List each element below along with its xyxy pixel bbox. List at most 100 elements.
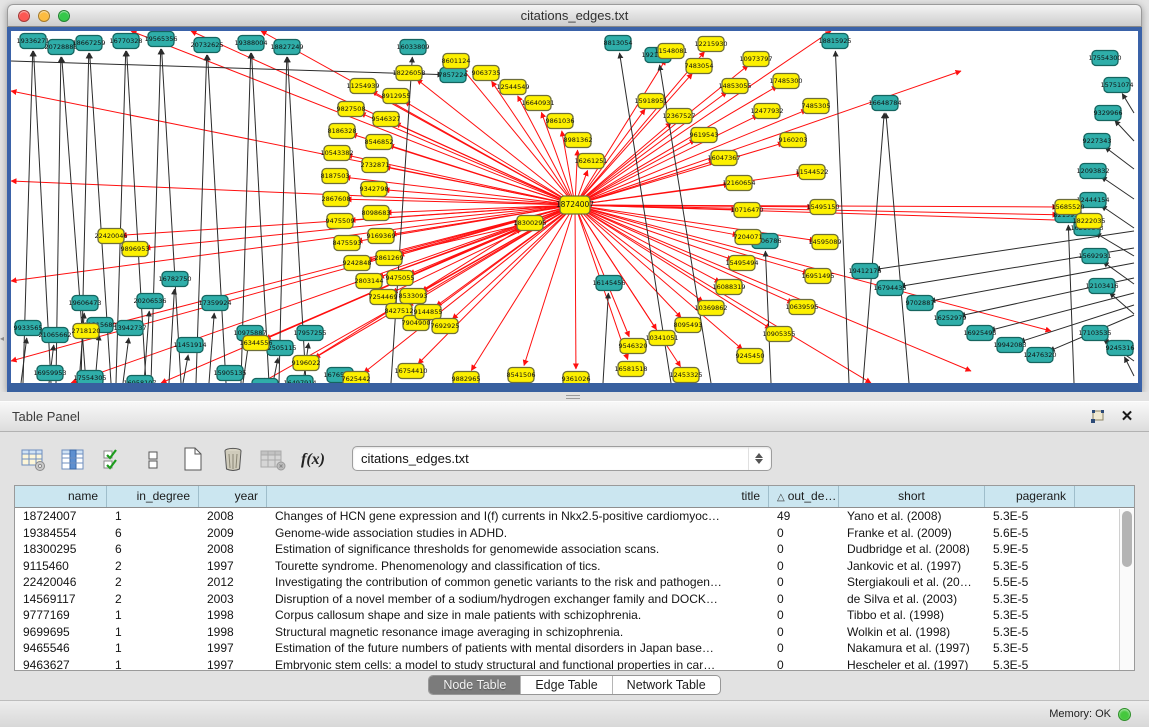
graph-edge[interactable] <box>162 49 181 383</box>
graph-node[interactable]: 16925495 <box>963 326 996 341</box>
graph-edge[interactable] <box>575 205 733 260</box>
column-header-in_degree[interactable]: in_degree <box>107 486 199 507</box>
graph-node[interactable]: 17554300 <box>1088 51 1121 66</box>
graph-edge[interactable] <box>391 57 412 383</box>
select-columns-icon[interactable] <box>100 445 126 471</box>
graph-node[interactable]: 12544549 <box>496 80 529 95</box>
graph-node[interactable]: 16497914 <box>283 376 316 384</box>
graph-node[interactable]: 10369862 <box>694 301 727 316</box>
show-columns-icon[interactable] <box>60 445 86 471</box>
graph-node[interactable]: 16782750 <box>158 272 191 287</box>
graph-node[interactable]: 12477932 <box>750 104 783 119</box>
graph-node[interactable]: 16581518 <box>614 362 647 377</box>
graph-node[interactable]: 9702887 <box>906 296 935 311</box>
graph-edge[interactable] <box>863 113 884 383</box>
graph-node[interactable]: 7857224 <box>439 68 468 83</box>
graph-node[interactable]: 16033809 <box>396 40 429 55</box>
graph-node[interactable]: 9546327 <box>372 112 401 127</box>
graph-node[interactable]: 9342798 <box>360 182 389 197</box>
graph-node[interactable]: 9196022 <box>292 356 321 371</box>
graph-node[interactable]: 15692931 <box>1078 249 1111 264</box>
tab-edge-table[interactable]: Edge Table <box>521 676 612 694</box>
graph-edge[interactable] <box>151 49 161 383</box>
graph-node[interactable]: 20206536 <box>133 294 166 309</box>
float-panel-icon[interactable] <box>1087 409 1107 425</box>
graph-node[interactable]: 7692925 <box>431 319 460 334</box>
panel-divider[interactable] <box>0 392 1149 401</box>
graph-node[interactable]: 8187503 <box>321 169 350 184</box>
graph-edge[interactable] <box>886 113 909 383</box>
new-table-icon[interactable] <box>180 445 206 471</box>
graph-node[interactable]: 16648784 <box>868 96 901 111</box>
graph-edge[interactable] <box>1115 120 1134 141</box>
graph-edge[interactable] <box>575 73 692 205</box>
graph-node[interactable]: 16951495 <box>801 269 834 284</box>
graph-edge[interactable] <box>261 31 575 205</box>
graph-node[interactable]: 12476320 <box>1023 348 1056 363</box>
graph-node[interactable]: 8981362 <box>564 133 593 148</box>
graph-node[interactable]: 9329966 <box>1094 106 1123 121</box>
graph-edge[interactable] <box>1101 206 1134 228</box>
graph-node[interactable]: 8912955 <box>382 89 411 104</box>
graph-edge[interactable] <box>575 205 576 369</box>
graph-node[interactable]: 8098683 <box>362 206 391 221</box>
graph-edge[interactable] <box>11 61 443 75</box>
graph-node[interactable]: 9896953 <box>121 242 150 257</box>
graph-node[interactable]: 16640931 <box>521 96 554 111</box>
graph-node[interactable]: 19388004 <box>234 36 267 51</box>
column-header-year[interactable]: year <box>199 486 267 507</box>
graph-node[interactable]: 16794435 <box>873 281 906 296</box>
graph-edge[interactable] <box>1105 147 1134 169</box>
graph-node[interactable]: 10905355 <box>762 327 795 342</box>
graph-node[interactable]: 16261251 <box>574 154 607 169</box>
graph-node[interactable]: 17485300 <box>769 74 802 89</box>
divider-handle[interactable] <box>566 395 580 399</box>
column-header-short[interactable]: short <box>839 486 985 507</box>
graph-node[interactable]: 9063735 <box>472 66 501 81</box>
table-row[interactable]: 1872400712008Changes of HCN gene express… <box>15 508 1134 525</box>
graph-node[interactable]: 9861036 <box>546 114 575 129</box>
column-header-out_de[interactable]: △out_de… <box>769 486 839 507</box>
graph-node[interactable]: 8186328 <box>328 124 357 139</box>
graph-node[interactable]: 10543382 <box>320 146 353 161</box>
graph-node[interactable]: 10341051 <box>645 331 678 346</box>
graph-node[interactable]: 2732871 <box>361 158 390 173</box>
graph-node[interactable]: 19942083 <box>993 338 1026 353</box>
graph-node[interactable]: 10716470 <box>730 203 763 218</box>
graph-node[interactable]: 2803144 <box>355 274 384 289</box>
graph-node[interactable]: 8095493 <box>674 318 703 333</box>
table-row[interactable]: 1456911722003Disruption of a novel membe… <box>15 591 1134 608</box>
graph-node[interactable]: 16145456 <box>592 276 625 291</box>
graph-node[interactable]: 18667259 <box>72 36 105 51</box>
network-view[interactable]: 1872400719336271207288881866725916770328… <box>7 27 1142 392</box>
graph-edge[interactable] <box>279 57 287 383</box>
table-row[interactable]: 969969511998Structural magnetic resonanc… <box>15 624 1134 641</box>
graph-node[interactable]: 9619543 <box>690 128 719 143</box>
graph-node[interactable]: 2861269 <box>375 251 404 266</box>
graph-node[interactable]: 8475593 <box>333 236 362 251</box>
graph-node[interactable]: 11254939 <box>346 79 379 94</box>
graph-node[interactable]: 19606473 <box>68 296 101 311</box>
graph-node[interactable]: 17359924 <box>198 296 231 311</box>
graph-edge[interactable] <box>575 31 831 205</box>
table-row[interactable]: 946362711997Embryonic stem cells: a mode… <box>15 657 1134 672</box>
graph-node[interactable]: 19412176 <box>848 264 881 279</box>
graph-node[interactable]: 7204071 <box>734 230 763 245</box>
graph-node[interactable]: 12160654 <box>722 176 755 191</box>
table-settings-icon[interactable] <box>20 445 46 471</box>
graph-edge[interactable] <box>1068 225 1074 383</box>
graph-node[interactable]: 15495494 <box>725 256 758 271</box>
table-scrollbar[interactable] <box>1119 509 1134 670</box>
graph-node[interactable]: 8601124 <box>442 54 471 69</box>
graph-node[interactable]: 9361026 <box>562 372 591 384</box>
graph-node[interactable]: 9882965 <box>452 372 481 384</box>
graph-node[interactable]: 2867608 <box>322 192 351 207</box>
graph-edge[interactable] <box>131 31 575 205</box>
graph-node[interactable]: 9827508 <box>337 102 366 117</box>
graph-edge[interactable] <box>575 143 783 205</box>
graph-node[interactable]: 15685520 <box>1051 200 1084 215</box>
graph-node[interactable]: 7485305 <box>802 99 831 114</box>
close-panel-icon[interactable]: ✕ <box>1117 409 1137 425</box>
graph-node[interactable]: 17554305 <box>73 371 106 384</box>
graph-node[interactable]: 19565356 <box>144 32 177 47</box>
